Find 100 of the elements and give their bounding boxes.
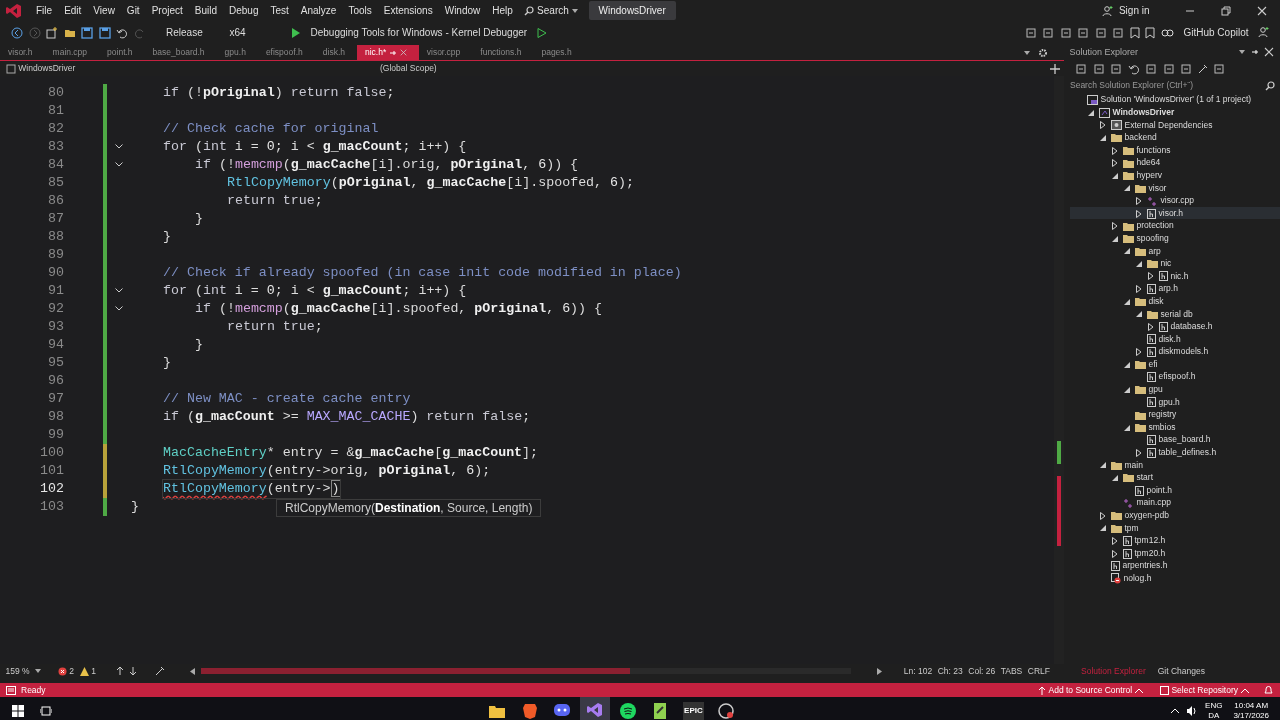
tree-item[interactable]: gpu <box>1069 383 1280 396</box>
close-icon[interactable] <box>1257 6 1267 17</box>
expanded-triangle-icon[interactable] <box>1123 248 1130 255</box>
menu-item[interactable]: Edit <box>58 3 88 18</box>
down-arrow-icon[interactable] <box>129 667 138 676</box>
menu-item[interactable]: View <box>87 3 121 18</box>
menu-item[interactable]: Project <box>145 3 189 18</box>
toolbar-icon[interactable] <box>1110 63 1122 76</box>
expanded-triangle-icon[interactable] <box>1135 260 1142 267</box>
source-control-button[interactable]: Add to Source Control <box>1048 683 1133 697</box>
project-dropdown[interactable]: WindowsDriver <box>18 62 76 75</box>
tree-item[interactable]: efispoof.h <box>1069 370 1280 384</box>
tree-item[interactable]: database.h <box>1069 320 1280 333</box>
tree-item[interactable]: Solution 'WindowsDriver' (1 of 1 project) <box>1069 93 1280 107</box>
tree-item[interactable]: tpm <box>1069 521 1280 535</box>
file-tab[interactable]: base_board.h <box>144 45 217 60</box>
tree-item[interactable]: visor.cpp <box>1069 194 1280 207</box>
person-icon[interactable] <box>1101 5 1113 17</box>
search-label[interactable]: Search <box>537 3 569 18</box>
tree-item[interactable]: External Dependencies <box>1069 118 1280 132</box>
toolbar-icon[interactable] <box>1092 63 1105 76</box>
notification-icon[interactable] <box>1263 685 1273 696</box>
bookmark-icon[interactable] <box>1145 26 1156 39</box>
search-icon[interactable] <box>524 6 535 17</box>
tree-item[interactable]: start <box>1069 471 1280 484</box>
file-tab[interactable]: pages.h <box>533 45 584 60</box>
toolbar-icon[interactable] <box>1077 26 1090 39</box>
play-icon[interactable] <box>291 27 301 38</box>
fold-icon[interactable] <box>115 306 123 311</box>
tree-item[interactable]: point.h <box>1069 483 1280 497</box>
expanded-triangle-icon[interactable] <box>1123 298 1130 305</box>
speaker-icon[interactable] <box>1187 705 1198 716</box>
menu-item[interactable]: Test <box>264 3 295 18</box>
error-count[interactable]: 2 <box>69 664 75 678</box>
menu-item[interactable]: Extensions <box>377 3 439 18</box>
toolbar-icon[interactable] <box>1213 63 1225 76</box>
indent-indicator[interactable]: TABS <box>1000 664 1023 678</box>
ide-icon[interactable] <box>580 697 611 720</box>
sign-in-link[interactable]: Sign in <box>1112 3 1156 18</box>
tree-item[interactable]: functions <box>1069 143 1280 157</box>
tree-item[interactable]: efi <box>1069 357 1280 371</box>
collapsed-triangle-icon[interactable] <box>1135 196 1142 205</box>
expanded-triangle-icon[interactable] <box>1099 525 1106 532</box>
scroll-left-icon[interactable] <box>190 667 196 675</box>
file-tab[interactable]: main.cpp <box>44 45 100 60</box>
tree-item[interactable]: main <box>1069 458 1280 472</box>
play-outline-icon[interactable] <box>536 27 547 38</box>
file-tab[interactable]: functions.h <box>472 45 534 60</box>
tree-item[interactable]: tpm20.h <box>1069 546 1280 560</box>
expanded-triangle-icon[interactable] <box>1111 235 1118 242</box>
tree-item[interactable]: nolog.h <box>1069 572 1280 585</box>
bookmark-icon[interactable] <box>1129 26 1140 39</box>
tree-item[interactable]: nic <box>1069 257 1280 270</box>
caret-icon[interactable] <box>1024 51 1030 56</box>
platform-dropdown[interactable]: x64 <box>225 24 286 40</box>
line-endings-indicator[interactable]: CRLF <box>1027 664 1050 678</box>
toolbar-icon[interactable] <box>1112 26 1125 39</box>
collapsed-triangle-icon[interactable] <box>1111 146 1118 155</box>
collapsed-triangle-icon[interactable] <box>1111 536 1118 545</box>
tree-item[interactable]: protection <box>1069 219 1280 233</box>
tree-item[interactable]: WindowsDriver <box>1069 106 1280 119</box>
collapsed-triangle-icon[interactable] <box>1099 511 1106 520</box>
expanded-triangle-icon[interactable] <box>1099 134 1106 141</box>
collapsed-triangle-icon[interactable] <box>1135 209 1142 218</box>
collapsed-triangle-icon[interactable] <box>1111 549 1118 558</box>
zoom-dropdown[interactable]: 159 % <box>5 664 30 678</box>
tree-item[interactable]: smbios <box>1069 420 1280 434</box>
toolbar-icon[interactable] <box>1197 64 1208 75</box>
expanded-triangle-icon[interactable] <box>1123 386 1130 393</box>
caret-icon[interactable] <box>1134 687 1143 693</box>
tree-item[interactable]: registry <box>1069 408 1280 421</box>
tree-item[interactable]: arp.h <box>1069 282 1280 295</box>
pin-icon[interactable] <box>1250 48 1259 57</box>
back-icon[interactable] <box>11 26 23 39</box>
tree-item[interactable]: serial db <box>1069 307 1280 321</box>
tree-item[interactable]: visor.h <box>1069 206 1280 220</box>
clock-date[interactable]: 3/17/2026 <box>1233 711 1269 720</box>
up-arrow-icon[interactable] <box>115 667 124 676</box>
toolbar-icon[interactable] <box>1075 63 1087 76</box>
collapsed-triangle-icon[interactable] <box>1135 285 1142 294</box>
tree-item[interactable]: backend <box>1069 131 1280 144</box>
close-icon[interactable] <box>1264 47 1274 58</box>
file-tab[interactable]: point.h <box>99 45 145 60</box>
windows-start-icon[interactable] <box>12 704 24 717</box>
split-icon[interactable] <box>1050 63 1060 74</box>
tree-item[interactable]: diskmodels.h <box>1069 345 1280 358</box>
collapsed-triangle-icon[interactable] <box>1135 448 1142 457</box>
scope-dropdown[interactable]: (Global Scope) <box>380 62 437 75</box>
file-tab[interactable]: gpu.h <box>216 45 258 60</box>
debug-target-dropdown[interactable]: Debugging Tools for Windows - Kernel Debugger <box>306 24 532 40</box>
tree-item[interactable]: arp <box>1069 244 1280 258</box>
warning-icon[interactable] <box>79 666 89 676</box>
expanded-triangle-icon[interactable] <box>1123 424 1130 431</box>
settings-icon[interactable] <box>1038 48 1048 59</box>
panel-tab[interactable]: Git Changes <box>1151 664 1211 678</box>
tree-item[interactable]: disk <box>1069 295 1280 308</box>
menu-item[interactable]: Analyze <box>294 3 343 18</box>
warning-count[interactable]: 1 <box>91 664 97 678</box>
menu-item[interactable]: File <box>30 3 59 18</box>
toolbar-icon[interactable] <box>1145 63 1157 76</box>
